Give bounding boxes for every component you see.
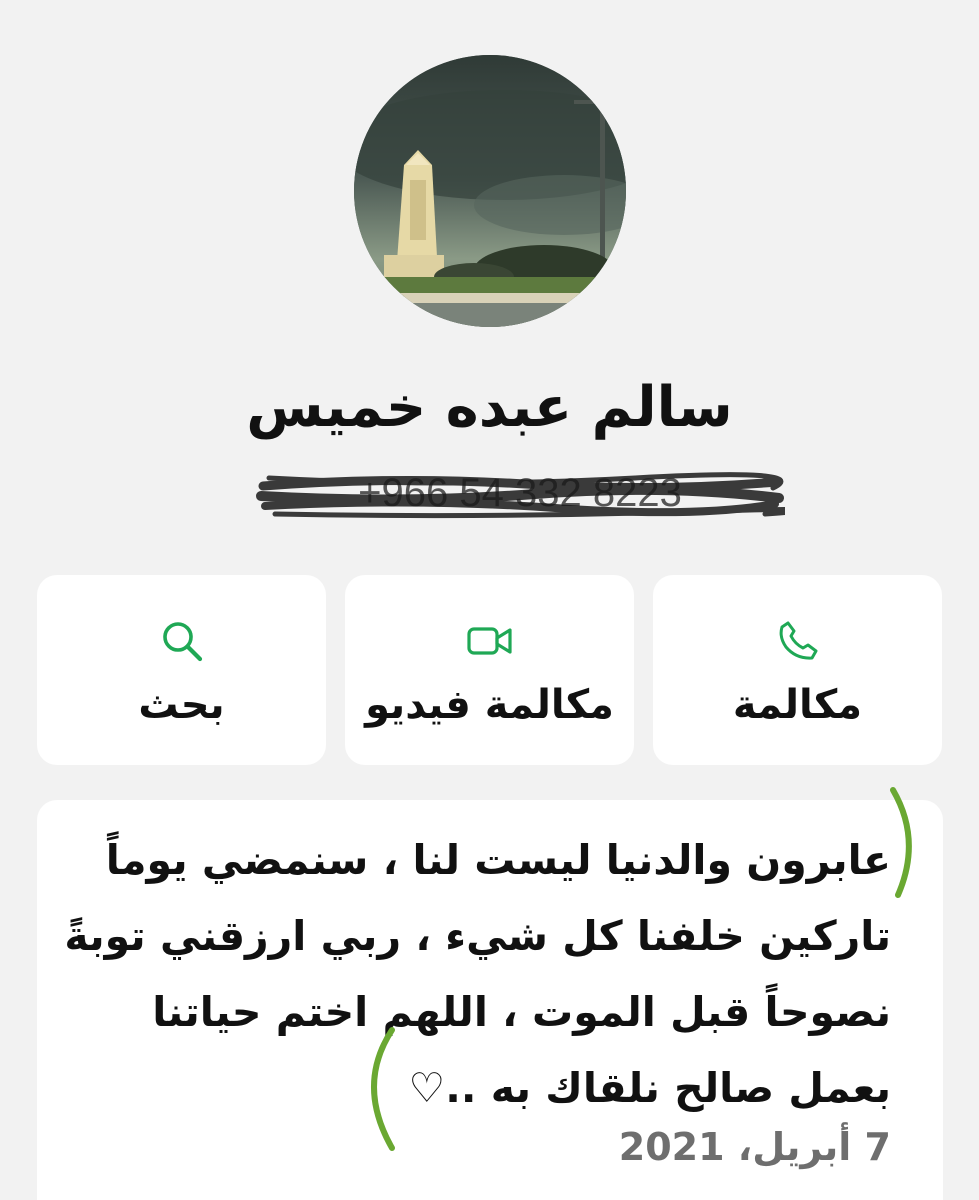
search-label: بحث xyxy=(138,682,225,728)
about-text: عابرون والدنيا ليست لنا ، سنمضي يوماً تا… xyxy=(64,836,891,1112)
search-button[interactable]: بحث xyxy=(37,575,326,765)
avatar-photo xyxy=(354,55,626,327)
call-button[interactable]: مكالمة xyxy=(653,575,942,765)
video-call-button[interactable]: مكالمة فيديو xyxy=(345,575,634,765)
contact-name: سالم عبده خميس xyxy=(246,375,733,440)
scribble-redaction xyxy=(256,472,785,519)
search-icon xyxy=(162,622,202,662)
video-camera-icon xyxy=(466,627,512,655)
call-label: مكالمة xyxy=(732,682,863,728)
video-call-label: مكالمة فيديو xyxy=(365,682,614,728)
phone-icon xyxy=(779,621,817,660)
profile-avatar[interactable] xyxy=(354,55,626,327)
contact-phone-area[interactable]: +966 54 332 8223 xyxy=(255,458,785,528)
about-date: 7 أبريل، 2021 xyxy=(618,1125,891,1169)
about-card[interactable]: عابرون والدنيا ليست لنا ، سنمضي يوماً تا… xyxy=(37,800,943,1200)
